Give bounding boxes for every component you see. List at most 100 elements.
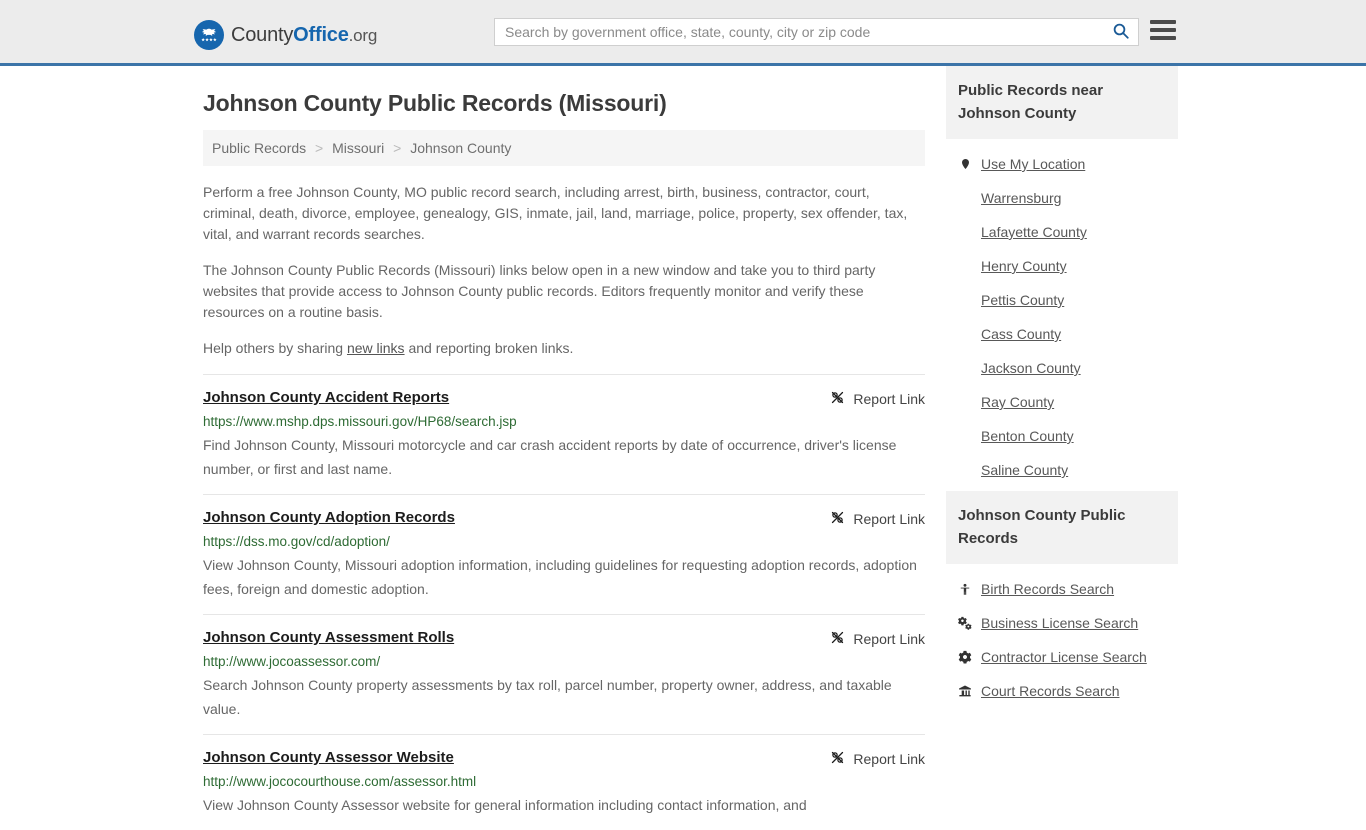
breadcrumb-separator: > — [315, 140, 324, 156]
result-title-link[interactable]: Johnson County Assessment Rolls — [203, 629, 454, 646]
hamburger-bar — [1150, 36, 1176, 40]
nearby-records-list: Use My Location Warrensburg Lafayette Coun… — [946, 139, 1178, 487]
results-list: Johnson County Accident Reports Report Li… — [203, 374, 925, 830]
report-link-label: Report Link — [853, 751, 925, 767]
sidebar-list-item[interactable]: Pettis County — [958, 283, 1178, 317]
breadcrumb: Public Records > Missouri > Johnson Coun… — [203, 130, 925, 166]
report-link-label: Report Link — [853, 631, 925, 647]
breadcrumb-item-missouri[interactable]: Missouri — [332, 140, 384, 156]
cogs-icon — [958, 616, 972, 630]
intro-paragraph-2: The Johnson County Public Records (Misso… — [203, 262, 876, 320]
result-header: Johnson County Adoption Records Report Li… — [203, 509, 925, 528]
breadcrumb-item-public-records[interactable]: Public Records — [212, 140, 306, 156]
sidebar-list-item[interactable]: Henry County — [958, 249, 1178, 283]
page-title: Johnson County Public Records (Missouri) — [203, 90, 667, 116]
help-line-before: Help others by sharing — [203, 340, 347, 356]
report-link-button[interactable]: Report Link — [830, 509, 925, 528]
sidebar-item-label[interactable]: Pettis County — [981, 292, 1064, 308]
sidebar-list-item[interactable]: Birth Records Search — [958, 572, 1178, 606]
sidebar-item-label[interactable]: Jackson County — [981, 360, 1081, 376]
report-link-label: Report Link — [853, 391, 925, 407]
sidebar-item-label[interactable]: Henry County — [981, 258, 1067, 274]
sidebar-list-item[interactable]: Use My Location — [958, 147, 1178, 181]
search-icon — [1112, 22, 1130, 43]
report-link-button[interactable]: Report Link — [830, 629, 925, 648]
sidebar-list-item[interactable]: Contractor License Search — [958, 640, 1178, 674]
sidebar-list-item[interactable]: Court Records Search — [958, 674, 1178, 708]
result-item: Johnson County Assessor Website Report Li… — [203, 734, 925, 830]
result-url[interactable]: https://dss.mo.gov/cd/adoption/ — [203, 534, 925, 549]
sidebar-list-item[interactable]: Jackson County — [958, 351, 1178, 385]
sidebar-item-label[interactable]: Cass County — [981, 326, 1061, 342]
broken-chain-icon — [830, 750, 845, 768]
sidebar-item-label[interactable]: Birth Records Search — [981, 581, 1114, 597]
result-url[interactable]: https://www.mshp.dps.missouri.gov/HP68/s… — [203, 414, 925, 429]
baby-icon — [958, 582, 972, 597]
result-url[interactable]: http://www.jococourthouse.com/assessor.h… — [203, 774, 925, 789]
sidebar-item-label[interactable]: Court Records Search — [981, 683, 1120, 699]
breadcrumb-item-johnson-county[interactable]: Johnson County — [410, 140, 511, 156]
county-records-panel: Johnson County Public Records Birth Reco… — [946, 491, 1178, 708]
map-pin-icon — [958, 157, 972, 171]
intro-text: Perform a free Johnson County, MO public… — [203, 182, 925, 359]
logo-text: CountyOffice.org — [231, 24, 377, 47]
result-title-link[interactable]: Johnson County Assessor Website — [203, 749, 454, 766]
sidebar-item-label[interactable]: Lafayette County — [981, 224, 1087, 240]
search-button[interactable] — [1104, 19, 1138, 45]
sidebar-item-label[interactable]: Benton County — [981, 428, 1074, 444]
sidebar-item-label[interactable]: Ray County — [981, 394, 1054, 410]
sidebar-item-label[interactable]: Contractor License Search — [981, 649, 1147, 665]
search-bar[interactable] — [494, 18, 1139, 46]
gear-icon — [958, 650, 972, 664]
page-body: Johnson County Public Records (Missouri)… — [0, 66, 1366, 830]
sidebar-list-item[interactable]: Business License Search — [958, 606, 1178, 640]
sidebar-item-label[interactable]: Business License Search — [981, 615, 1138, 631]
sidebar-list-item[interactable]: Cass County — [958, 317, 1178, 351]
report-link-label: Report Link — [853, 511, 925, 527]
result-item: Johnson County Assessment Rolls Report Li… — [203, 614, 925, 734]
result-item: Johnson County Adoption Records Report Li… — [203, 494, 925, 614]
hamburger-bar — [1150, 20, 1176, 24]
help-line: Help others by sharing new links and rep… — [203, 338, 925, 359]
sidebar-list-item[interactable]: Saline County — [958, 453, 1178, 487]
sidebar-item-label[interactable]: Use My Location — [981, 156, 1085, 172]
report-link-button[interactable]: Report Link — [830, 389, 925, 408]
result-title-link[interactable]: Johnson County Adoption Records — [203, 509, 455, 526]
result-url[interactable]: http://www.jocoassessor.com/ — [203, 654, 925, 669]
result-header: Johnson County Accident Reports Report Li… — [203, 389, 925, 408]
sidebar-list-item[interactable]: Benton County — [958, 419, 1178, 453]
broken-chain-icon — [830, 390, 845, 408]
intro-paragraph-1: Perform a free Johnson County, MO public… — [203, 184, 908, 242]
sidebar-item-label[interactable]: Warrensburg — [981, 190, 1061, 206]
result-item: Johnson County Accident Reports Report Li… — [203, 374, 925, 494]
result-header: Johnson County Assessor Website Report Li… — [203, 749, 925, 768]
nearby-records-panel: Public Records near Johnson County Use M… — [946, 66, 1178, 487]
report-link-button[interactable]: Report Link — [830, 749, 925, 768]
result-description: Find Johnson County, Missouri motorcycle… — [203, 437, 897, 477]
sidebar-list-item[interactable]: Ray County — [958, 385, 1178, 419]
broken-chain-icon — [830, 630, 845, 648]
nearby-records-heading: Public Records near Johnson County — [946, 66, 1178, 139]
site-logo[interactable]: CountyOffice.org — [194, 20, 377, 50]
result-description: View Johnson County Assessor website for… — [203, 797, 807, 813]
hamburger-menu-icon[interactable] — [1150, 20, 1176, 40]
result-title-link[interactable]: Johnson County Accident Reports — [203, 389, 449, 406]
help-line-after: and reporting broken links. — [404, 340, 574, 356]
logo-bold: Office — [293, 23, 349, 46]
main-content: Johnson County Public Records (Missouri)… — [203, 66, 925, 830]
result-header: Johnson County Assessment Rolls Report Li… — [203, 629, 925, 648]
courthouse-icon — [958, 685, 972, 698]
sidebar: Public Records near Johnson County Use M… — [946, 66, 1178, 830]
logo-prefix: County — [231, 23, 294, 46]
breadcrumb-separator: > — [393, 140, 402, 156]
sidebar-list-item[interactable]: Warrensburg — [958, 181, 1178, 215]
broken-chain-icon — [830, 510, 845, 528]
county-records-list: Birth Records Search Business License Sea… — [946, 564, 1178, 708]
sidebar-item-label[interactable]: Saline County — [981, 462, 1068, 478]
result-description: View Johnson County, Missouri adoption i… — [203, 557, 917, 597]
logo-suffix: .org — [348, 25, 378, 45]
sidebar-list-item[interactable]: Lafayette County — [958, 215, 1178, 249]
search-input[interactable] — [495, 19, 1104, 45]
result-description: Search Johnson County property assessmen… — [203, 677, 892, 717]
new-links-link[interactable]: new links — [347, 340, 405, 356]
